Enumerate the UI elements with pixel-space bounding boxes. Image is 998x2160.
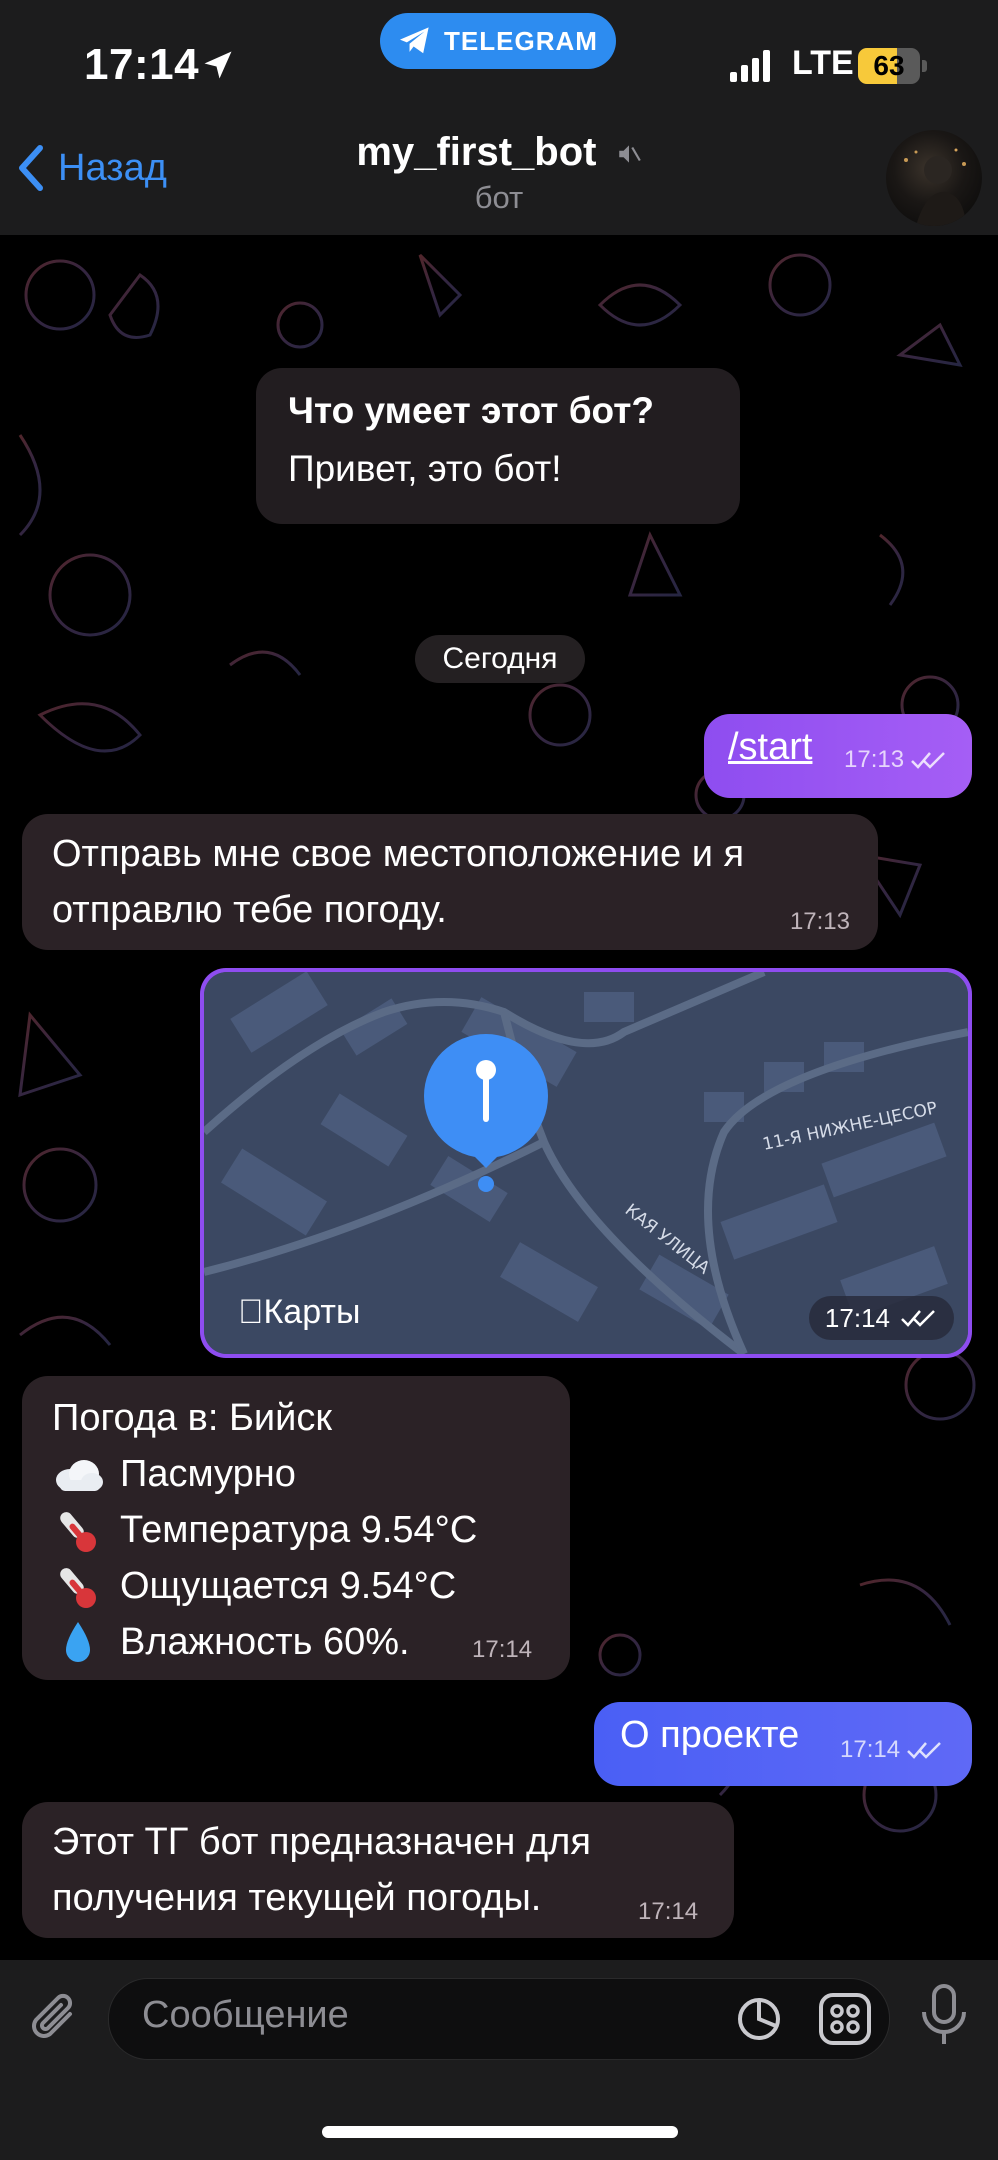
message-text: Отправь мне свое местоположение и я отпр… [52, 826, 744, 938]
feels-like-row: Ощущается 9.54°C [52, 1558, 456, 1614]
temperature-row: Температура 9.54°C [52, 1502, 477, 1558]
message-incoming[interactable]: Этот ТГ бот предназначен для получения т… [22, 1802, 734, 1938]
message-outgoing[interactable]: О проекте 17:14 [594, 1702, 972, 1786]
feels-like: Ощущается 9.54°C [120, 1565, 457, 1607]
humidity: Влажность 60%. [120, 1621, 410, 1663]
maps-brand-label: Карты [238, 1293, 361, 1331]
message-text: Этот ТГ бот предназначен для получения т… [52, 1814, 591, 1926]
message-time: 17:14 [824, 1302, 890, 1333]
battery-level: 63 [858, 48, 920, 84]
mute-icon [618, 145, 641, 164]
double-check-icon [901, 1310, 935, 1327]
map-preview[interactable]: 11-Я НИЖНЕ-ЦЕСОР КАЯ УЛИЦА Карты 17:14 [204, 972, 968, 1354]
telegram-pill-label: TELEGRAM [444, 25, 598, 56]
status-time: 17:14 [84, 40, 200, 89]
thermometer-icon [60, 1568, 96, 1608]
message-time: 17:14 [638, 1898, 699, 1925]
avatar[interactable] [886, 130, 982, 226]
message-time: 17:13 [844, 746, 905, 773]
chat-subtitle: бот [474, 180, 524, 215]
start-command-link[interactable]: /start [728, 726, 812, 769]
avatar-image [904, 148, 966, 226]
droplet-icon [66, 1622, 90, 1662]
telegram-icon [400, 27, 429, 54]
microphone-icon[interactable] [916, 1982, 972, 2052]
attach-icon[interactable] [24, 1988, 84, 2048]
apple-logo-icon:  [238, 1293, 264, 1331]
bot-intro-bubble: Что умеет этот бот? Привет, это бот! [256, 368, 740, 524]
weather-city: Погода в: Бийск [52, 1397, 332, 1439]
chat-title[interactable]: my_first_bot [0, 130, 998, 175]
maps-brand: Карты [238, 1293, 360, 1332]
double-check-icon [907, 1742, 941, 1759]
bot-intro-text: Привет, это бот! [288, 448, 562, 489]
humidity-row: Влажность 60%. [52, 1614, 410, 1670]
message-line: Этот ТГ бот предназначен для [52, 1821, 591, 1863]
message-text: О проекте [620, 1714, 800, 1756]
message-line: Отправь мне свое местоположение и я [52, 833, 745, 875]
cloud-icon [56, 1460, 103, 1491]
thermometer-icon [60, 1512, 96, 1552]
battery-icon: 63 [858, 48, 930, 84]
sticker-icon[interactable] [734, 1994, 784, 2044]
message-time: 17:14 [840, 1736, 901, 1763]
bot-intro-title: Что умеет этот бот? [288, 390, 654, 431]
message-line: получения текущей погоды. [52, 1877, 542, 1919]
message-meta: 17:13 [844, 746, 948, 774]
message-meta: 17:14 [808, 1296, 954, 1340]
weather-condition: Пасмурно [120, 1453, 296, 1495]
message-incoming[interactable]: Отправь мне свое местоположение и я отпр… [22, 814, 878, 950]
temperature: Температура 9.54°C [120, 1509, 478, 1551]
network-label: LTE [792, 44, 854, 82]
message-meta: 17:14 [840, 1736, 944, 1764]
telegram-pill[interactable]: TELEGRAM [380, 13, 616, 69]
bot-menu-icon[interactable] [818, 1992, 872, 2046]
double-check-icon [911, 752, 945, 769]
message-input-placeholder: Сообщение [142, 1994, 349, 2036]
weather-condition-row: Пасмурно [52, 1446, 296, 1502]
chat-title-text: my_first_bot [356, 130, 597, 174]
location-arrow-icon [204, 51, 232, 79]
weather-message[interactable]: Погода в: Бийск Пасмурно Температура 9.5… [22, 1376, 570, 1680]
message-time: 17:14 [472, 1636, 533, 1663]
date-separator: Сегодня [415, 635, 585, 683]
location-message[interactable]: 11-Я НИЖНЕ-ЦЕСОР КАЯ УЛИЦА Карты 17:14 [200, 968, 972, 1358]
home-indicator [322, 2126, 678, 2138]
message-time: 17:13 [789, 908, 850, 935]
message-line: отправлю тебе погоду. [52, 889, 447, 931]
message-outgoing[interactable]: /start 17:13 [704, 714, 972, 798]
signal-icon [730, 50, 770, 82]
